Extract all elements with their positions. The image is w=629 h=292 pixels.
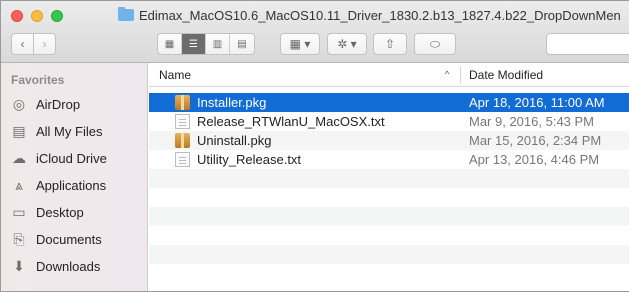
- cover-flow-button[interactable]: ▤: [230, 34, 254, 54]
- chevron-right-icon: ›: [42, 37, 47, 51]
- sidebar-item-icloud-drive[interactable]: ☁ iCloud Drive: [11, 147, 107, 169]
- table-row[interactable]: Utility_Release.txt Apr 13, 2016, 4:46 P…: [149, 150, 629, 169]
- folder-icon: [118, 7, 134, 21]
- sidebar-item-label: Documents: [36, 231, 102, 247]
- forward-button[interactable]: ›: [33, 33, 56, 55]
- close-window-button[interactable]: [11, 10, 23, 22]
- toolbar: Edimax_MacOS10.6_MacOS10.11_Driver_1830.…: [1, 1, 629, 63]
- view-mode-selector: ▦ ☰ ▥ ▤: [157, 33, 255, 55]
- cover-flow-icon: ▤: [237, 38, 247, 50]
- sidebar-item-label: Downloads: [36, 258, 101, 274]
- column-view-icon: ▥: [212, 38, 223, 50]
- sidebar-item-label: Applications: [36, 177, 107, 193]
- all-files-icon: ▤: [12, 122, 26, 139]
- back-button[interactable]: ‹: [11, 33, 34, 55]
- share-button[interactable]: ⇧: [373, 33, 407, 55]
- sidebar-item-label: Desktop: [36, 204, 84, 220]
- finder-window: Edimax_MacOS10.6_MacOS10.11_Driver_1830.…: [0, 0, 629, 292]
- icon-view-icon: ▦: [164, 38, 175, 50]
- airdrop-icon: ◎: [12, 95, 26, 112]
- list-view-icon: ☰: [189, 38, 198, 50]
- sidebar-item-downloads[interactable]: ⬇ Downloads: [11, 255, 100, 277]
- file-date: Apr 18, 2016, 11:00 AM: [469, 95, 605, 110]
- desktop-icon: ▭: [12, 203, 26, 220]
- window-title: Edimax_MacOS10.6_MacOS10.11_Driver_1830.…: [118, 6, 621, 24]
- sidebar-heading: Favorites: [11, 73, 65, 87]
- share-icon: ⇧: [384, 37, 396, 51]
- file-name: Uninstall.pkg: [197, 133, 272, 148]
- file-list: Name ^ Date Modified Installer.pkg Apr 1…: [149, 63, 629, 291]
- gear-icon: ✲ ▾: [337, 37, 357, 51]
- column-view-button[interactable]: ▥: [206, 34, 230, 54]
- empty-row: [149, 188, 629, 207]
- sidebar-item-all-my-files[interactable]: ▤ All My Files: [11, 120, 102, 142]
- sidebar-item-label: All My Files: [36, 123, 103, 139]
- cloud-icon: ☁: [12, 149, 26, 166]
- table-row[interactable]: Release_RTWlanU_MacOSX.txt Mar 9, 2016, …: [149, 112, 629, 131]
- name-column-header[interactable]: Name: [159, 68, 191, 82]
- downloads-icon: ⬇: [13, 257, 25, 274]
- sidebar-item-airdrop[interactable]: ◎ AirDrop: [11, 93, 80, 115]
- zoom-window-button[interactable]: [51, 10, 63, 22]
- file-date: Mar 15, 2016, 2:34 PM: [469, 133, 602, 148]
- sidebar-item-label: AirDrop: [36, 96, 81, 112]
- sidebar: Favorites ◎ AirDrop ▤ All My Files ☁ iCl…: [1, 63, 148, 291]
- icon-view-button[interactable]: ▦: [158, 34, 182, 54]
- documents-icon: ⎘: [13, 230, 25, 247]
- list-view-button[interactable]: ☰: [182, 34, 206, 54]
- chevron-left-icon: ‹: [20, 37, 25, 51]
- window-title-text: Edimax_MacOS10.6_MacOS10.11_Driver_1830.…: [139, 7, 621, 23]
- file-date: Apr 13, 2016, 4:46 PM: [469, 152, 600, 167]
- file-name: Release_RTWlanU_MacOSX.txt: [197, 114, 385, 129]
- tag-icon: ⬭: [429, 36, 441, 51]
- table-row[interactable]: Installer.pkg Apr 18, 2016, 11:00 AM: [149, 93, 629, 112]
- arrange-icon: ▦ ▾: [289, 37, 311, 51]
- file-name: Utility_Release.txt: [197, 152, 302, 167]
- empty-row: [149, 226, 629, 245]
- tag-button[interactable]: ⬭: [414, 33, 456, 55]
- action-button[interactable]: ✲ ▾: [327, 33, 367, 55]
- text-file-icon: [175, 114, 190, 129]
- applications-icon: ⩓: [15, 176, 23, 193]
- package-icon: [175, 133, 190, 148]
- search-input[interactable]: [546, 33, 629, 55]
- sidebar-item-applications[interactable]: ⩓ Applications: [11, 174, 106, 196]
- column-header: Name ^ Date Modified: [149, 63, 629, 87]
- file-date: Mar 9, 2016, 5:43 PM: [469, 114, 595, 129]
- file-name: Installer.pkg: [197, 95, 267, 110]
- empty-row: [149, 169, 629, 188]
- minimize-window-button[interactable]: [31, 10, 43, 22]
- table-row[interactable]: Uninstall.pkg Mar 15, 2016, 2:34 PM: [149, 131, 629, 150]
- package-icon: [175, 95, 190, 110]
- date-modified-column-header[interactable]: Date Modified: [469, 68, 543, 82]
- sort-ascending-icon[interactable]: ^: [445, 69, 449, 79]
- empty-row: [149, 207, 629, 226]
- arrange-button[interactable]: ▦ ▾: [280, 33, 320, 55]
- sidebar-item-label: iCloud Drive: [36, 150, 107, 166]
- empty-row: [149, 264, 629, 283]
- text-file-icon: [175, 152, 190, 167]
- column-divider[interactable]: [460, 66, 461, 84]
- sidebar-item-desktop[interactable]: ▭ Desktop: [11, 201, 84, 223]
- sidebar-item-documents[interactable]: ⎘ Documents: [11, 228, 102, 250]
- empty-row: [149, 245, 629, 264]
